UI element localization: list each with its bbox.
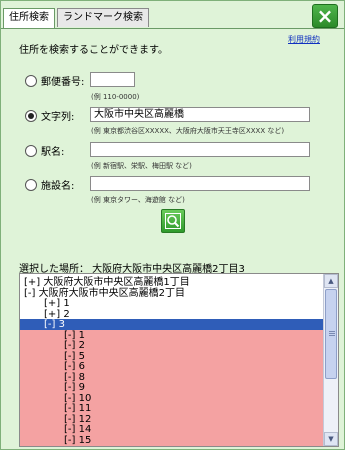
tab-bar: 住所検索 ランドマーク検索 bbox=[3, 8, 151, 28]
tab-divider bbox=[1, 28, 344, 29]
text-example: (例 東京都渋谷区XXXXX、大阪府大阪市天王寺区XXXX など) bbox=[91, 127, 285, 135]
intro-text: 住所を検索することができます。 bbox=[19, 45, 168, 56]
facility-example: (例 東京タワー、海遊館 など) bbox=[91, 196, 185, 204]
postal-example: (例 110-0000) bbox=[91, 93, 140, 101]
close-icon: × bbox=[316, 4, 334, 28]
search-icon bbox=[165, 213, 181, 229]
scroll-down-button[interactable]: ▼ bbox=[324, 432, 338, 446]
tree-item[interactable]: [-] 8 bbox=[20, 371, 338, 383]
tree-item[interactable]: [+] 2 bbox=[20, 309, 338, 320]
station-input[interactable] bbox=[90, 142, 310, 157]
address-tree-list[interactable]: [+] 大阪府大阪市中央区高麗橋1丁目 [-] 大阪府大阪市中央区高麗橋2丁目 [+… bbox=[19, 273, 339, 447]
tree-item[interactable]: [-] 14 bbox=[20, 424, 338, 435]
scroll-thumb[interactable] bbox=[325, 289, 337, 379]
tree-item[interactable]: [-] 11 bbox=[20, 403, 338, 414]
facility-row: 施設名: bbox=[25, 177, 74, 192]
facility-radio[interactable] bbox=[25, 178, 37, 191]
facility-label: 施設名: bbox=[41, 181, 75, 192]
postal-row: 郵便番号: bbox=[25, 73, 84, 88]
tab-landmark-search[interactable]: ランドマーク検索 bbox=[57, 8, 149, 27]
station-radio[interactable] bbox=[25, 144, 37, 157]
text-row: 文字列: bbox=[25, 108, 74, 123]
postal-label: 郵便番号: bbox=[41, 77, 85, 88]
postal-code-input[interactable] bbox=[90, 72, 135, 87]
scrollbar[interactable]: ▲ ▼ bbox=[323, 274, 338, 446]
tree-item[interactable]: [-] 12 bbox=[20, 413, 338, 425]
tree-item[interactable]: [-] 5 bbox=[20, 350, 338, 362]
station-row: 駅名: bbox=[25, 143, 64, 158]
tree-item[interactable]: [-] 2 bbox=[20, 340, 338, 351]
tree-item[interactable]: [-] 6 bbox=[20, 361, 338, 372]
terms-link[interactable]: 利用規約 bbox=[288, 34, 320, 45]
text-label: 文字列: bbox=[41, 112, 75, 123]
close-button[interactable]: × bbox=[312, 4, 338, 28]
tree-item[interactable]: [-] 大阪府大阪市中央区高麗橋2丁目 bbox=[20, 288, 325, 299]
tab-address-search[interactable]: 住所検索 bbox=[3, 8, 55, 28]
tree-item[interactable]: [-] 1 bbox=[20, 329, 338, 341]
tree-item[interactable]: [-] 15 bbox=[20, 434, 338, 446]
scroll-up-button[interactable]: ▲ bbox=[324, 274, 338, 288]
tree-item[interactable]: [-] 3 bbox=[20, 319, 338, 330]
tree-item[interactable]: [+] 1 bbox=[20, 298, 338, 309]
search-button[interactable] bbox=[161, 209, 185, 233]
text-radio[interactable] bbox=[25, 109, 37, 122]
tree-item[interactable]: [-] 9 bbox=[20, 382, 338, 393]
address-search-panel: 住所検索 ランドマーク検索 × 利用規約 住所を検索することができます。 郵便番… bbox=[0, 0, 345, 450]
address-text-input[interactable] bbox=[90, 107, 310, 122]
station-example: (例 新宿駅、栄駅、梅田駅 など) bbox=[91, 162, 192, 170]
station-label: 駅名: bbox=[41, 147, 65, 158]
postal-radio[interactable] bbox=[25, 74, 37, 87]
facility-input[interactable] bbox=[90, 176, 310, 191]
tree-item[interactable]: [+] 大阪府大阪市中央区高麗橋1丁目 bbox=[20, 277, 325, 288]
tree-item[interactable]: [-] 10 bbox=[20, 392, 338, 404]
